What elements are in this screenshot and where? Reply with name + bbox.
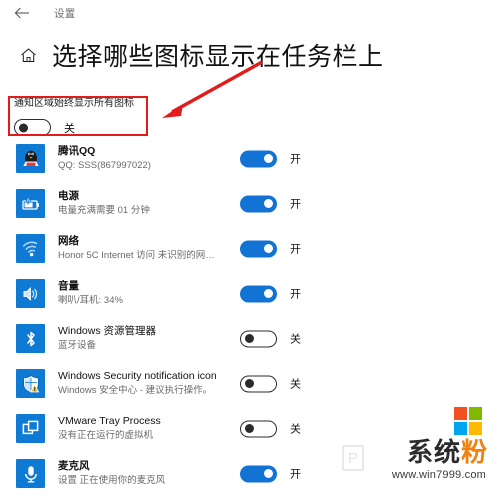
list-item[interactable]: Windows Security notification icon Windo… — [0, 361, 500, 406]
app-name-label: 设置 — [54, 7, 76, 20]
list-item-toggle-group: 关 — [240, 375, 301, 392]
list-item[interactable]: 网络 Honor 5C Internet 访问 未识别的网… 开 — [0, 226, 500, 271]
toggle-knob — [245, 334, 254, 343]
list-item-toggle[interactable] — [240, 195, 277, 212]
list-item-toggle-group: 开 — [240, 465, 301, 482]
list-item-toggle-group: 开 — [240, 195, 301, 212]
always-show-all-icons-label: 通知区域始终显示所有图标 — [14, 98, 134, 109]
list-item[interactable]: 腾讯QQ QQ: SSS(867997022) 开 — [0, 136, 500, 181]
page-title: 选择哪些图标显示在任务栏上 — [52, 43, 384, 71]
list-item-toggle[interactable] — [240, 240, 277, 257]
toggle-knob — [245, 379, 254, 388]
speaker-volume-icon — [16, 279, 45, 308]
list-item-state: 关 — [290, 333, 301, 346]
list-item[interactable]: Windows 资源管理器 蓝牙设备 关 — [0, 316, 500, 361]
taskbar-icon-list: 腾讯QQ QQ: SSS(867997022) 开 电源 电量充满需要 01 分… — [0, 136, 500, 496]
battery-power-icon — [16, 189, 45, 218]
list-item-toggle[interactable] — [240, 330, 277, 347]
list-item-toggle[interactable] — [240, 375, 277, 392]
list-item-toggle-group: 开 — [240, 240, 301, 257]
list-item-state: 开 — [290, 243, 301, 256]
always-show-all-icons-toggle[interactable] — [14, 119, 51, 136]
security-shield-icon — [16, 369, 45, 398]
toggle-knob — [264, 199, 273, 208]
title-bar: 设置 — [0, 0, 500, 26]
list-item-toggle[interactable] — [240, 285, 277, 302]
list-item[interactable]: 音量 喇叭/耳机: 34% 开 — [0, 271, 500, 316]
home-icon[interactable] — [18, 45, 38, 65]
always-show-all-icons-toggle-row: 关 — [14, 119, 264, 136]
list-item[interactable]: VMware Tray Process 没有正在运行的虚拟机 关 — [0, 406, 500, 451]
list-item-toggle-group: 开 — [240, 285, 301, 302]
toggle-knob — [19, 123, 28, 132]
list-item-state: 开 — [290, 468, 301, 481]
microphone-icon — [16, 459, 45, 488]
back-arrow-icon[interactable] — [12, 3, 32, 23]
list-item-state: 开 — [290, 198, 301, 211]
list-item[interactable]: 电源 电量充满需要 01 分钟 开 — [0, 181, 500, 226]
qq-penguin-icon — [16, 144, 45, 173]
list-item-state: 关 — [290, 423, 301, 436]
vmware-squares-icon — [16, 414, 45, 443]
list-item-state: 开 — [290, 153, 301, 166]
toggle-knob — [264, 244, 273, 253]
toggle-knob — [245, 424, 254, 433]
toggle-knob — [264, 469, 273, 478]
list-item[interactable]: 麦克风 设置 正在使用你的麦克风 开 — [0, 451, 500, 496]
always-show-all-icons-setting: 通知区域始终显示所有图标 关 — [14, 97, 264, 136]
toggle-knob — [264, 154, 273, 163]
list-item-toggle-group: 开 — [240, 150, 301, 167]
bluetooth-icon — [16, 324, 45, 353]
list-item-toggle[interactable] — [240, 465, 277, 482]
wifi-network-icon — [16, 234, 45, 263]
list-item-state: 关 — [290, 378, 301, 391]
list-item-toggle[interactable] — [240, 150, 277, 167]
list-item-toggle-group: 关 — [240, 420, 301, 437]
list-item-toggle[interactable] — [240, 420, 277, 437]
page-header: 选择哪些图标显示在任务栏上 — [0, 36, 500, 74]
list-item-state: 开 — [290, 288, 301, 301]
toggle-knob — [264, 289, 273, 298]
always-show-all-icons-state: 关 — [64, 122, 75, 135]
settings-page: 设置 选择哪些图标显示在任务栏上 通知区域始终显示所有图标 关 腾讯QQ QQ:… — [0, 0, 500, 501]
list-item-toggle-group: 关 — [240, 330, 301, 347]
